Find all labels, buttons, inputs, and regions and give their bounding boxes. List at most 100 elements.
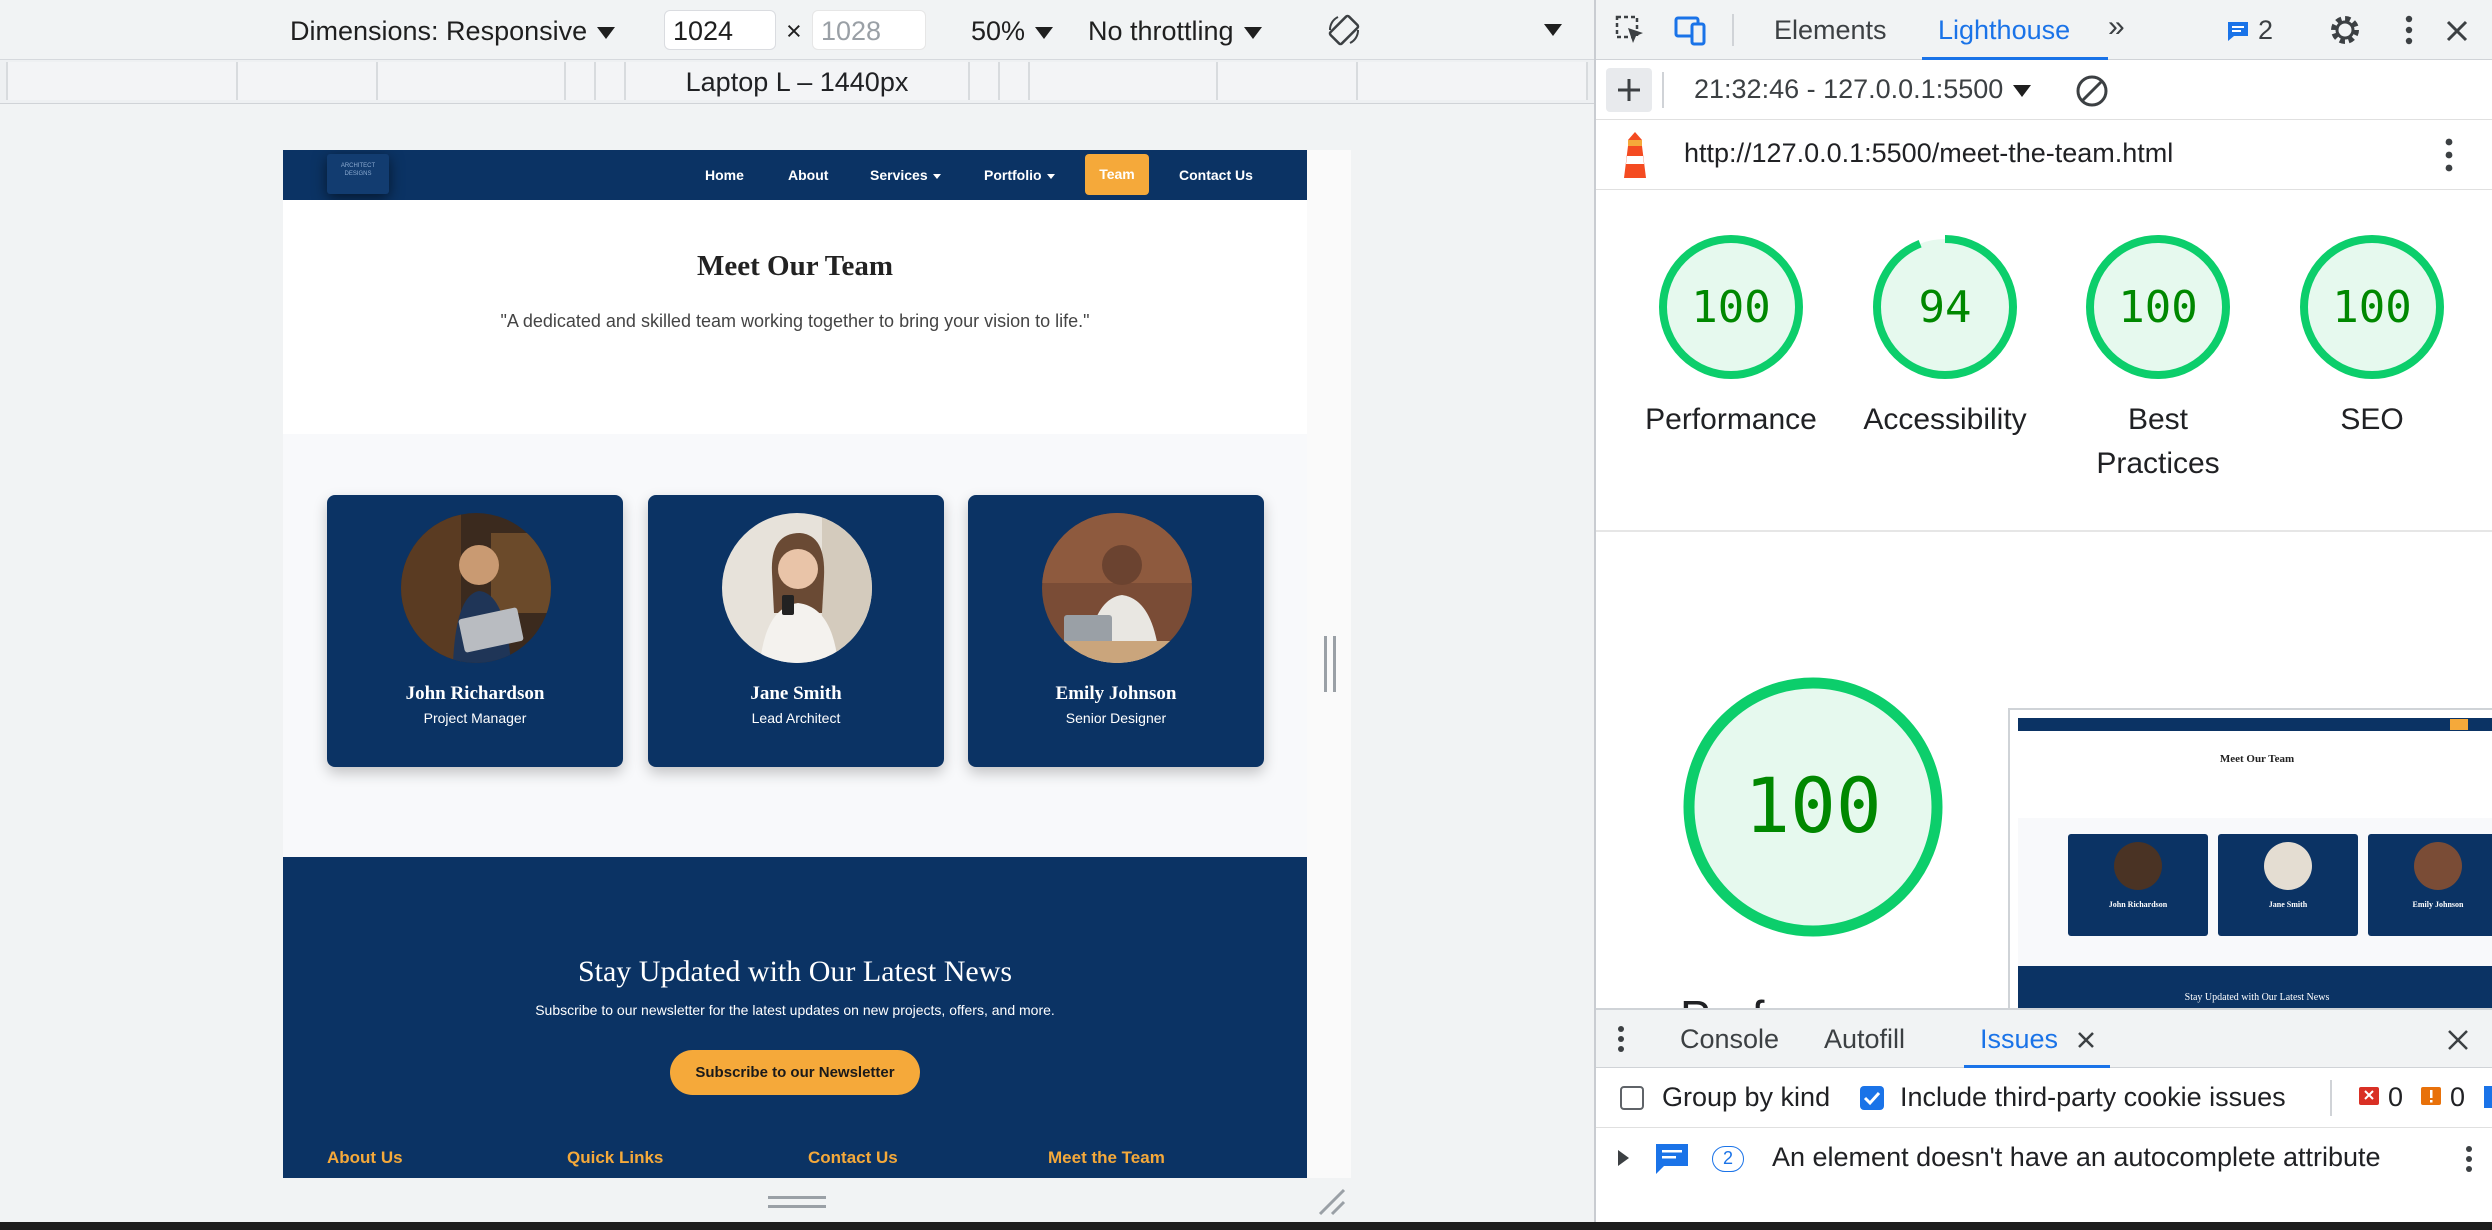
issue-text: An element doesn't have an autocomplete … <box>1772 1142 2381 1172</box>
report-select[interactable]: 21:32:46 - 127.0.0.1:5500 <box>1694 74 2032 105</box>
resize-handle-bottom[interactable] <box>768 1196 826 1208</box>
kebab-menu-icon[interactable] <box>2404 14 2414 46</box>
drawer-tab-console[interactable]: Console <box>1680 1024 1779 1055</box>
media-query-label: Laptop L – 1440px <box>685 67 909 97</box>
lighthouse-run-bar: 21:32:46 - 127.0.0.1:5500 <box>1596 60 2492 120</box>
plus-icon <box>1618 79 1640 101</box>
newsletter-section: Stay Updated with Our Latest News Subscr… <box>283 857 1307 1178</box>
issue-menu-icon[interactable] <box>2464 1144 2474 1174</box>
page-screenshot-thumbnail[interactable]: Meet Our Team John Richardson Jane Smith… <box>2008 708 2492 1008</box>
footer-heading: Contact Us <box>808 1148 898 1167</box>
close-tab-icon[interactable] <box>2076 1030 2096 1050</box>
score-gauge[interactable]: 100 <box>2083 232 2233 382</box>
media-query-ruler[interactable]: Laptop L – 1440px <box>0 60 1594 104</box>
third-party-checkbox[interactable] <box>1860 1086 1884 1110</box>
device-toolbar: Dimensions: Responsive 1024 × 1028 50% N… <box>0 0 1594 60</box>
resize-handle-right[interactable] <box>1324 636 1336 692</box>
expand-arrow-icon[interactable] <box>1618 1150 1629 1166</box>
big-score-text: 100 <box>1744 761 1881 850</box>
resize-corner-icon[interactable] <box>1316 1186 1346 1216</box>
inspect-element-icon[interactable] <box>1614 14 1646 46</box>
thumb-card: Emily Johnson <box>2368 834 2492 936</box>
issue-row[interactable]: 2 An element doesn't have an autocomplet… <box>1596 1128 2492 1188</box>
close-icon[interactable] <box>2444 18 2470 44</box>
team-name: Emily Johnson <box>1055 683 1177 704</box>
toolbar-separator <box>1662 72 1664 108</box>
nav-portfolio-label: Portfolio <box>984 167 1042 183</box>
dimensions-dropdown[interactable]: Dimensions: Responsive <box>290 16 616 47</box>
clear-reports-icon[interactable] <box>2074 73 2110 109</box>
tab-lighthouse[interactable]: Lighthouse <box>1938 15 2070 46</box>
thumb-card: Jane Smith <box>2218 834 2358 936</box>
error-count: 0 <box>2388 1082 2404 1112</box>
chevron-down-icon <box>1035 26 1054 39</box>
nav-home[interactable]: Home <box>705 167 744 183</box>
height-input[interactable]: 1028 <box>812 10 926 50</box>
toolbar-separator <box>1732 14 1734 46</box>
new-report-button[interactable] <box>1606 68 1652 112</box>
score-label: SEO <box>2340 403 2404 436</box>
issues-count[interactable]: 2 <box>2258 15 2273 46</box>
thumb-title: Meet Our Team <box>2219 753 2295 765</box>
team-photo <box>401 513 551 663</box>
site-logo[interactable]: ARCHITECT DESIGNS <box>327 154 389 194</box>
lighthouse-logo-icon <box>1624 132 1646 178</box>
issues-filter-bar: Group by kind Include third-party cookie… <box>1596 1068 2492 1128</box>
more-tabs-icon[interactable]: » <box>2108 10 2125 44</box>
info-icon <box>2484 1086 2492 1108</box>
performance-big-gauge[interactable]: 100 <box>1678 672 1948 942</box>
score-gauge[interactable]: 100 <box>1656 232 1806 382</box>
team-name: John Richardson <box>405 683 545 704</box>
score-gauge[interactable]: 94 <box>1870 232 2020 382</box>
zoom-dropdown[interactable]: 50% <box>971 16 1054 47</box>
devtools-pane: Elements Lighthouse » 2 21:32:46 - 127.0… <box>1594 0 2492 1230</box>
emulated-viewport: ARCHITECT DESIGNS Home About Services Po… <box>283 150 1307 1178</box>
issues-badge-icon[interactable] <box>2226 20 2250 42</box>
nav-about[interactable]: About <box>788 167 828 183</box>
team-photo <box>1042 513 1192 663</box>
error-icon <box>2359 1087 2379 1105</box>
report-url[interactable]: http://127.0.0.1:5500/meet-the-team.html <box>1684 138 2173 169</box>
thumb-newsletter: Stay Updated with Our Latest News <box>2018 966 2492 1008</box>
width-input[interactable]: 1024 <box>664 10 776 50</box>
thumb-card: John Richardson <box>2068 834 2208 936</box>
subscribe-button[interactable]: Subscribe to our Newsletter <box>670 1050 920 1095</box>
score-value: 100 <box>2332 282 2411 333</box>
site-navbar: ARCHITECT DESIGNS Home About Services Po… <box>283 150 1307 200</box>
nav-services[interactable]: Services <box>870 167 941 183</box>
team-photo <box>722 513 872 663</box>
warning-count: 0 <box>2450 1082 2466 1112</box>
gear-icon[interactable] <box>2328 13 2362 47</box>
thumb-newsletter-title: Stay Updated with Our Latest News <box>2184 992 2330 1003</box>
check-icon <box>1863 1091 1881 1106</box>
nav-contact[interactable]: Contact Us <box>1179 167 1253 183</box>
rotate-icon[interactable] <box>1326 12 1362 48</box>
throttling-label: No throttling <box>1088 16 1234 46</box>
report-menu-icon[interactable] <box>2444 136 2454 174</box>
nav-team-active[interactable]: Team <box>1085 154 1149 195</box>
more-options-chevron-icon[interactable] <box>1544 24 1562 36</box>
device-toggle-icon[interactable] <box>1672 14 1708 46</box>
team-card: Jane Smith Lead Architect <box>648 495 944 767</box>
group-by-kind-checkbox[interactable] <box>1620 1086 1644 1110</box>
nav-portfolio[interactable]: Portfolio <box>984 167 1055 183</box>
thumb-name: John Richardson <box>2108 900 2168 909</box>
drawer-tabbar: Console Autofill Issues <box>1596 1010 2492 1068</box>
tab-elements[interactable]: Elements <box>1774 15 1887 46</box>
thumb-name: Emily Johnson <box>2412 900 2464 909</box>
dimensions-label: Dimensions: Responsive <box>290 16 588 46</box>
score-gauge[interactable]: 100 <box>2297 232 2447 382</box>
drawer-tab-issues[interactable]: Issues <box>1980 1024 2058 1055</box>
score-label: Performance <box>1645 403 1817 436</box>
close-drawer-icon[interactable] <box>2446 1028 2470 1052</box>
drawer-menu-icon[interactable] <box>1616 1024 1626 1054</box>
team-name: Jane Smith <box>750 683 842 704</box>
chevron-down-icon <box>1243 26 1262 39</box>
chevron-down-icon <box>932 173 941 179</box>
thumb-photo <box>2264 842 2312 890</box>
throttling-dropdown[interactable]: No throttling <box>1088 16 1262 47</box>
toolbar-separator <box>2330 1080 2332 1116</box>
team-card: John Richardson Project Manager <box>327 495 623 767</box>
drawer-tab-autofill[interactable]: Autofill <box>1824 1024 1905 1055</box>
devtools-tabbar: Elements Lighthouse » 2 <box>1596 0 2492 60</box>
